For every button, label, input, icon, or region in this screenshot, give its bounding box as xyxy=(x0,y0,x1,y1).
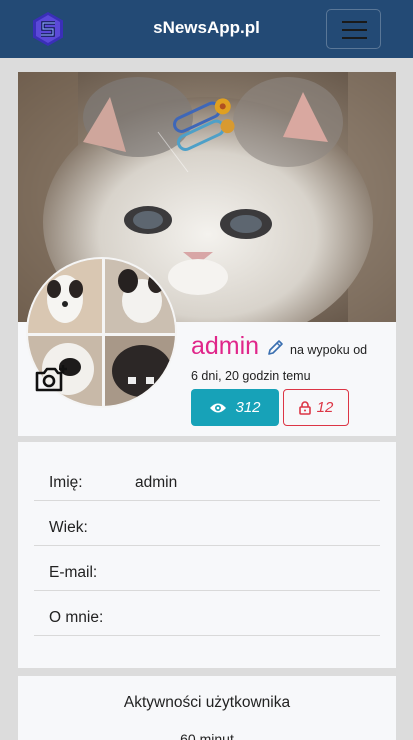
pencil-icon[interactable] xyxy=(266,339,284,357)
profile-card: admin na wypoku od 6 dni, 20 godzin temu… xyxy=(18,72,396,436)
hamburger-icon xyxy=(342,21,367,23)
info-row-age: Wiek: xyxy=(34,501,380,546)
info-row-email: E-mail: xyxy=(34,546,380,591)
menu-toggle-button[interactable] xyxy=(326,9,381,49)
info-label: O mnie: xyxy=(49,609,104,626)
locks-count: 12 xyxy=(316,399,334,416)
activity-title: Aktywności użytkownika xyxy=(123,694,291,711)
info-label: Imię: xyxy=(49,474,83,491)
info-value: admin xyxy=(135,474,178,491)
activity-card: Aktywności użytkownika 60 minut xyxy=(18,676,396,740)
info-label: E-mail: xyxy=(49,564,98,581)
lock-icon xyxy=(298,400,311,415)
profile-username: admin xyxy=(191,332,260,360)
activity-subtitle: 60 minut xyxy=(180,731,234,740)
info-row-name: Imię: admin xyxy=(34,456,380,501)
hamburger-icon-line xyxy=(342,29,367,31)
views-button[interactable]: 312 xyxy=(191,389,279,426)
member-since-label: na wypoku od xyxy=(290,343,368,357)
eye-icon xyxy=(210,403,227,412)
views-count: 312 xyxy=(235,399,261,416)
hamburger-icon-line xyxy=(342,37,367,39)
user-info-card: Imię: admin Wiek: E-mail: O mnie: xyxy=(18,442,396,668)
camera-icon[interactable] xyxy=(34,364,68,394)
locks-button[interactable]: 12 xyxy=(283,389,349,426)
info-row-about: O mnie: xyxy=(34,591,380,636)
member-since-time: 6 dni, 20 godzin temu xyxy=(191,369,311,383)
top-navbar: sNewsApp.pl xyxy=(0,0,413,58)
info-label: Wiek: xyxy=(49,519,88,536)
